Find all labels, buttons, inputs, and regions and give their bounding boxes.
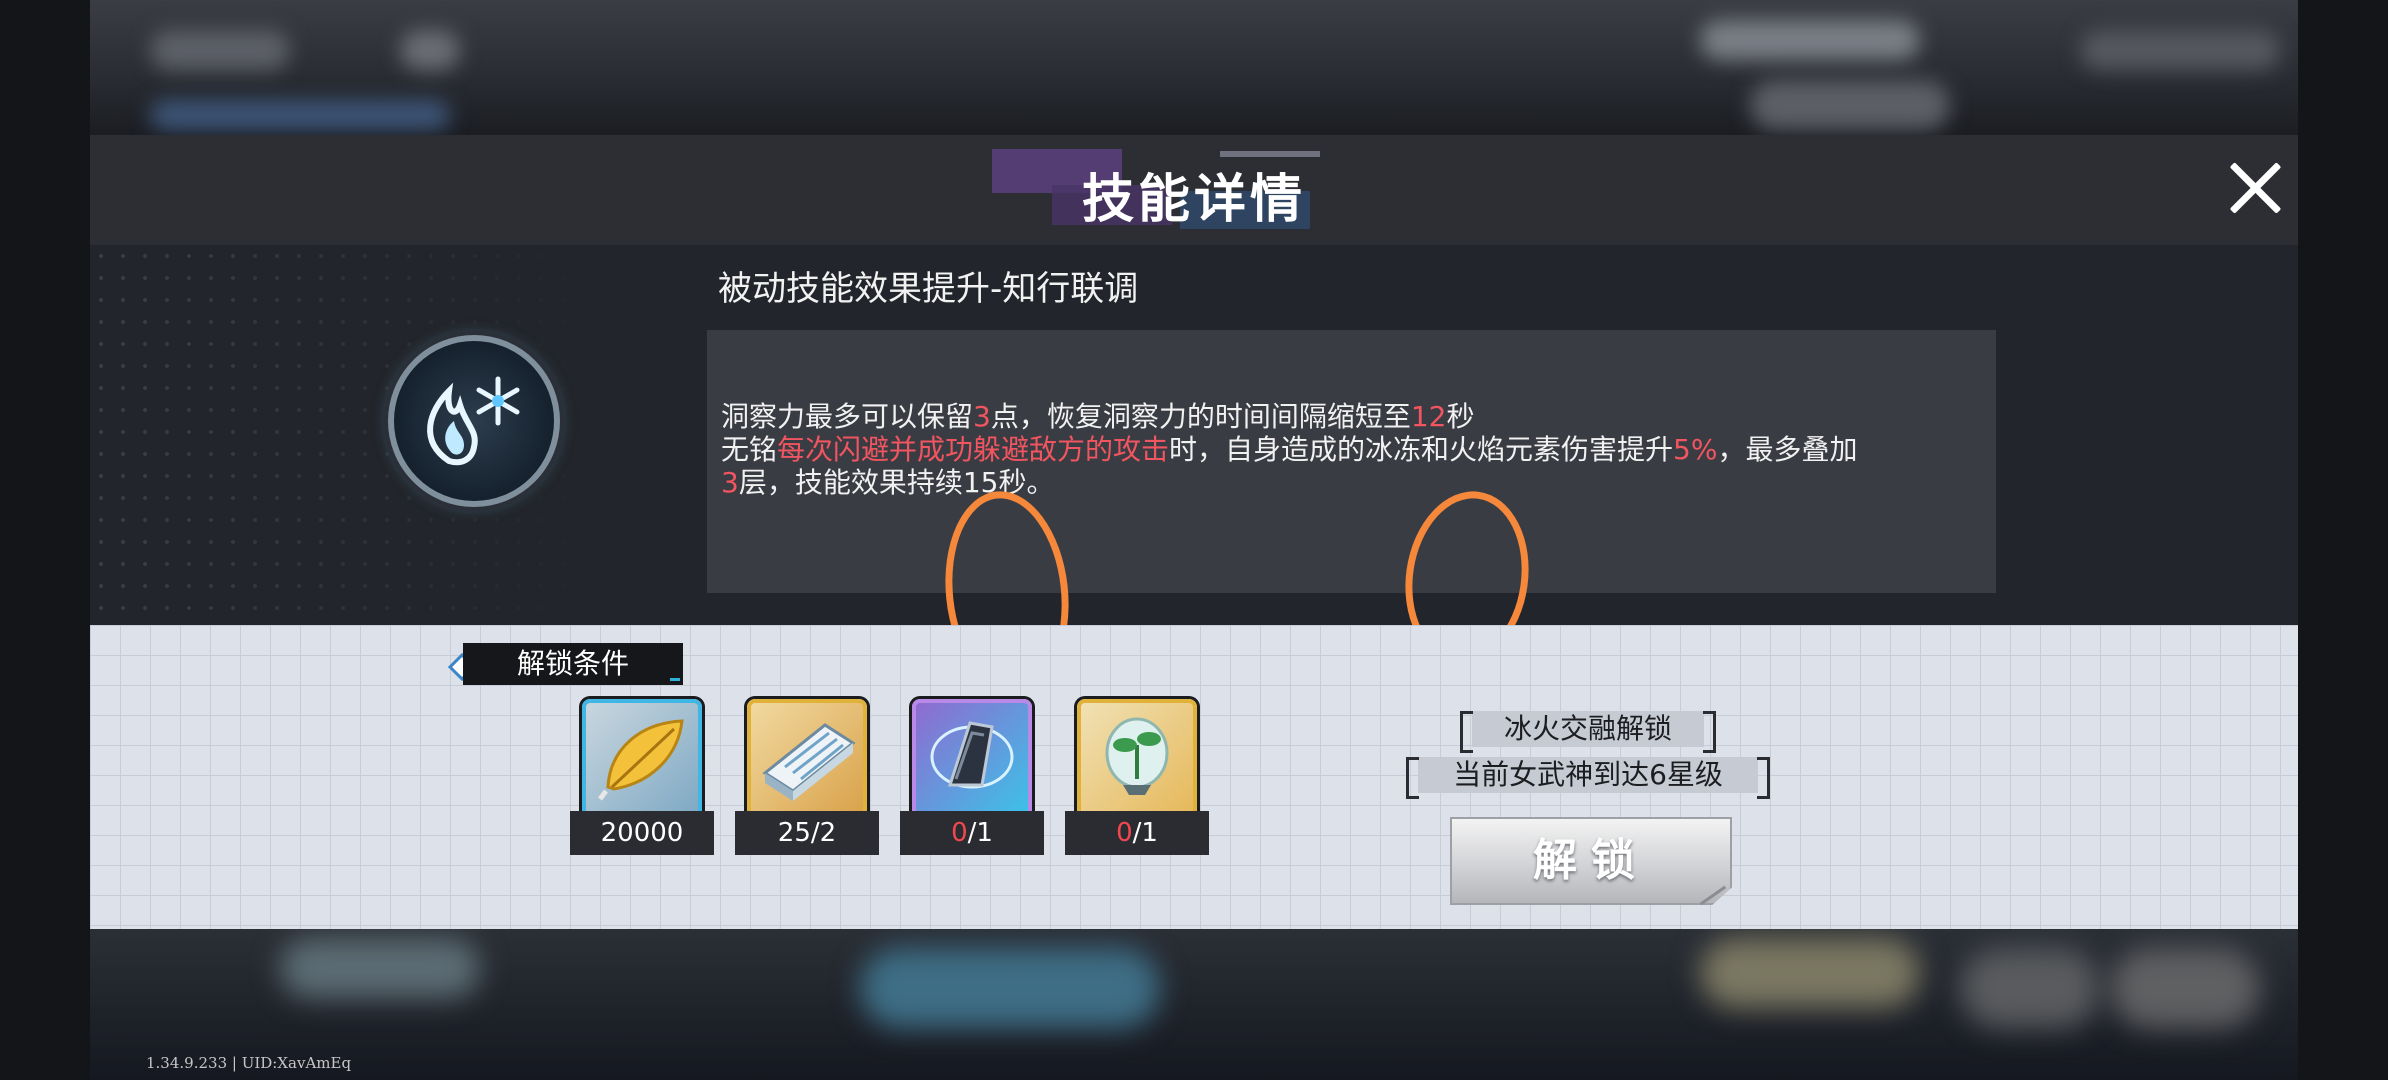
right-margin — [2298, 0, 2388, 1080]
bracket — [1406, 757, 1419, 799]
skill-description-box: 洞察力最多可以保留3点，恢复洞察力的时间间隔缩短至12秒 无铭每次闪避并成功躲避… — [707, 330, 1996, 593]
desc-value: 5% — [1673, 433, 1718, 466]
item-count: 0/1 — [900, 811, 1044, 855]
unlock-conditions-label: 解锁条件 — [463, 643, 683, 685]
blurred-background-top — [0, 0, 2388, 135]
material-item[interactable]: 25/2 — [735, 699, 879, 855]
label-accent — [670, 678, 680, 681]
blurred-background-bottom — [0, 928, 2388, 1080]
manual-book-icon — [762, 723, 856, 801]
bracket — [1460, 711, 1473, 753]
desc-text: 无铭 — [721, 433, 778, 466]
desc-text: 时，自身造成的冰冻和火焰元素伤害提升 — [1169, 433, 1674, 466]
desc-value: 12 — [1410, 400, 1447, 433]
dialog-header: 技能详情 — [90, 135, 2298, 247]
skill-detail-dialog: 技能详情 被动技能效果提升-知行联调 洞察力最多可以保留3点，恢复洞察力的时间间… — [90, 135, 2298, 929]
dialog-title: 技能详情 — [1081, 170, 1306, 230]
crystal-shard-icon — [930, 721, 1014, 789]
desc-value: 3 — [973, 400, 991, 433]
skill-name: 被动技能效果提升-知行联调 — [718, 269, 1139, 309]
fire-ice-emblem-icon — [388, 335, 560, 507]
desc-text: 点，恢复洞察力的时间间隔缩短至 — [990, 400, 1411, 433]
left-margin — [0, 0, 90, 1080]
material-item[interactable]: 0/1 — [1065, 699, 1209, 855]
material-item[interactable]: 20000 — [570, 699, 714, 855]
gold-feather-icon — [598, 719, 684, 801]
unlock-button[interactable]: 解锁 — [1450, 817, 1732, 905]
requirement-star-rank: 当前女武神到达6星级 — [1406, 757, 1770, 799]
desc-value: 3 — [721, 466, 739, 499]
sprout-vial-icon — [1105, 717, 1169, 795]
skill-info-section: 被动技能效果提升-知行联调 洞察力最多可以保留3点，恢复洞察力的时间间隔缩短至1… — [90, 245, 2298, 701]
close-icon[interactable] — [2220, 153, 2290, 223]
item-count: 25/2 — [735, 811, 879, 855]
desc-highlight: 每次闪避并成功躲避敌方的攻击 — [777, 433, 1170, 466]
material-item[interactable]: 0/1 — [900, 699, 1044, 855]
requirement-fire-ice-fusion: 冰火交融解锁 — [1460, 711, 1716, 753]
item-count: 20000 — [570, 811, 714, 855]
item-count: 0/1 — [1065, 811, 1209, 855]
bracket — [1757, 757, 1770, 799]
desc-text: 秒 — [1446, 400, 1475, 433]
bracket — [1703, 711, 1716, 753]
version-uid-label: 1.34.9.233 | UID:XavAmEq — [146, 1054, 352, 1072]
skill-description: 洞察力最多可以保留3点，恢复洞察力的时间间隔缩短至12秒 无铭每次闪避并成功躲避… — [721, 400, 1991, 499]
desc-text: 洞察力最多可以保留 — [721, 400, 974, 433]
unlock-section: 解锁条件 20000 25/2 0/1 0/1 冰火交融解锁 当前女武神到达6星… — [90, 625, 2298, 929]
desc-text: ，最多叠加 — [1717, 433, 1858, 466]
